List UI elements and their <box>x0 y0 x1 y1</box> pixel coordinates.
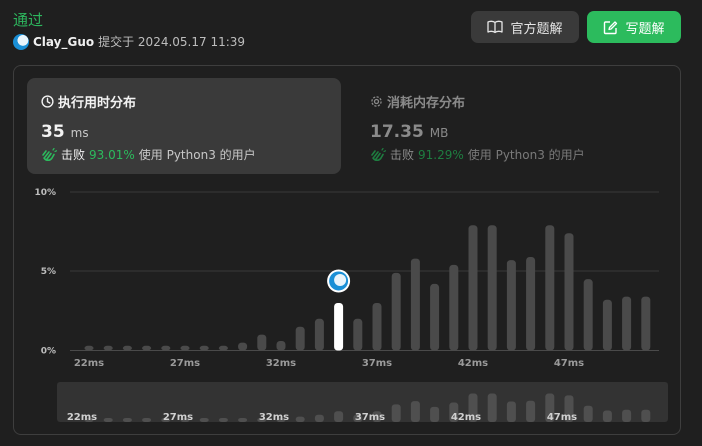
bar[interactable] <box>468 225 478 351</box>
bar[interactable] <box>526 256 536 351</box>
bar[interactable] <box>583 279 593 351</box>
bars <box>84 225 651 351</box>
avatar[interactable] <box>13 33 29 50</box>
username-link[interactable]: Clay_Guo <box>33 35 94 49</box>
mini-bar <box>218 418 228 422</box>
official-solution-label: 官方题解 <box>510 21 563 37</box>
mini-bar <box>602 410 612 422</box>
bar[interactable] <box>641 296 651 351</box>
write-solution-button[interactable]: 写题解 <box>587 11 681 43</box>
bar[interactable] <box>218 345 228 351</box>
bar[interactable] <box>487 225 497 351</box>
x-tick-label: 47ms <box>554 358 584 369</box>
selected-marker[interactable] <box>327 269 351 293</box>
x-tick-label: 42ms <box>458 358 488 369</box>
mini-x-tick-label: 42ms <box>451 412 481 423</box>
mini-bar <box>583 405 593 422</box>
submit-time: 提交于 2024.05.17 11:39 <box>98 35 246 49</box>
mini-bar <box>526 400 536 422</box>
bar[interactable] <box>103 345 113 351</box>
bar[interactable] <box>602 299 612 351</box>
mini-bar <box>391 404 401 422</box>
bar[interactable] <box>410 258 420 351</box>
result-panel: 执行用时分布 35 ms 击败 93.01% 使用 Python3 的用户 消耗… <box>13 65 681 435</box>
bar[interactable] <box>353 318 363 351</box>
y-tick-label: 0% <box>41 347 56 357</box>
bar[interactable] <box>372 302 382 351</box>
mini-bar <box>430 406 440 422</box>
bar[interactable] <box>295 326 305 351</box>
mini-x-tick-label: 32ms <box>259 412 289 423</box>
bar[interactable] <box>449 264 459 351</box>
mini-bar <box>641 409 651 422</box>
bar-selected[interactable] <box>334 302 344 351</box>
bar[interactable] <box>257 334 267 351</box>
bar[interactable] <box>430 283 440 351</box>
x-tick-label: 27ms <box>170 358 200 369</box>
mini-bar <box>487 393 497 422</box>
mini-bar <box>103 418 113 422</box>
bar[interactable] <box>122 345 132 351</box>
mini-x-tick-label: 37ms <box>355 412 385 423</box>
x-tick-label: 37ms <box>362 358 392 369</box>
mini-x-tick-label: 22ms <box>67 412 97 423</box>
mini-bar <box>122 418 132 422</box>
mini-bar <box>199 418 209 422</box>
submission-status: 通过 <box>13 11 44 29</box>
mini-x-tick-label: 27ms <box>163 412 193 423</box>
mini-bar <box>506 401 516 422</box>
mini-bar <box>334 411 344 422</box>
bar[interactable] <box>506 260 516 351</box>
x-tick-label: 32ms <box>266 358 296 369</box>
bar[interactable] <box>161 345 171 351</box>
y-tick-label: 10% <box>34 188 56 198</box>
mini-bar <box>314 414 324 422</box>
bar[interactable] <box>545 225 555 351</box>
mini-bar <box>410 401 420 422</box>
book-icon <box>487 20 504 34</box>
bar[interactable] <box>180 345 190 351</box>
y-axis-ticks: 10% 5% 0% <box>34 188 56 357</box>
edit-icon <box>604 20 618 34</box>
runtime-distribution-chart[interactable]: 10% 5% 0% 22ms 27ms 32ms 37ms 42ms 47ms 22ms 27m… <box>14 66 680 434</box>
bar[interactable] <box>564 233 574 351</box>
mini-x-tick-label: 47ms <box>547 412 577 423</box>
bar[interactable] <box>142 345 152 351</box>
bar[interactable] <box>391 272 401 351</box>
submitter-info: Clay_Guo 提交于 2024.05.17 11:39 <box>13 33 245 50</box>
mini-bar <box>622 409 632 422</box>
official-solution-button[interactable]: 官方题解 <box>471 11 579 43</box>
write-solution-label: 写题解 <box>625 21 665 37</box>
bar[interactable] <box>622 296 632 351</box>
bar[interactable] <box>199 345 209 351</box>
bar[interactable] <box>238 342 248 351</box>
mini-bar <box>238 418 248 422</box>
x-tick-label: 22ms <box>74 358 104 369</box>
avatar-marker-highlight <box>334 273 347 286</box>
x-axis-ticks: 22ms 27ms 32ms 37ms 42ms 47ms <box>74 358 584 369</box>
mini-bar <box>142 418 152 422</box>
bar[interactable] <box>276 340 286 351</box>
bar[interactable] <box>314 318 324 351</box>
bar[interactable] <box>84 345 94 351</box>
y-tick-label: 5% <box>41 267 56 277</box>
mini-bar <box>295 416 305 422</box>
